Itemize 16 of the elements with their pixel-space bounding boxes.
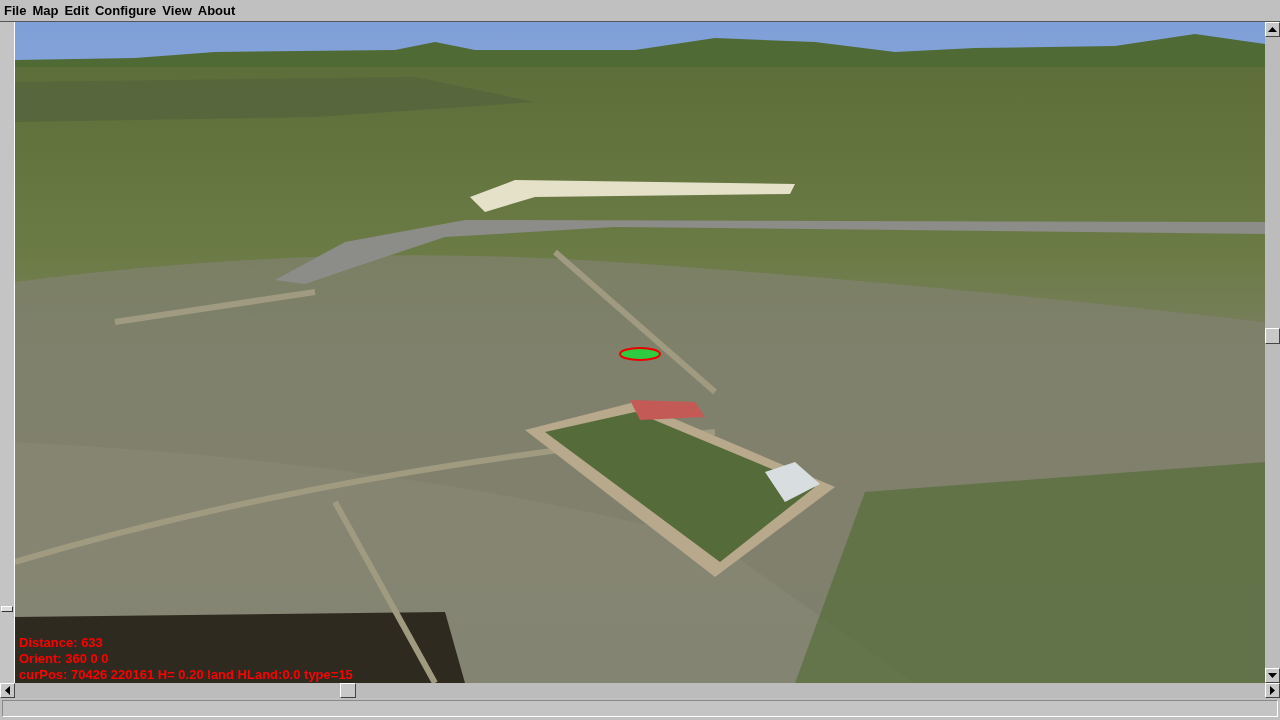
menu-item[interactable]: About — [197, 3, 236, 18]
scroll-thumb[interactable] — [1265, 328, 1280, 344]
splitter-handle[interactable] — [1, 606, 13, 612]
status-overlay-text: curPos: 70426 220161 H= 0.20 land HLand:0.0 type=15 — [19, 667, 353, 683]
scroll-up-icon[interactable] — [1265, 22, 1280, 37]
menu-item[interactable]: View — [162, 3, 192, 18]
scroll-right-icon[interactable] — [1265, 683, 1280, 698]
scroll-down-icon[interactable] — [1265, 668, 1280, 683]
status-overlay-text: Orient: 360 0 0 — [19, 651, 110, 667]
scroll-thumb[interactable] — [340, 683, 356, 698]
menu-item[interactable]: File — [4, 3, 27, 18]
menu-item[interactable]: Map — [32, 3, 59, 18]
menu-item[interactable]: Configure — [94, 3, 157, 18]
menu-item[interactable]: Edit — [64, 3, 89, 18]
status-overlay-text: Distance: 633 — [19, 635, 104, 651]
scroll-left-icon[interactable] — [0, 683, 15, 698]
